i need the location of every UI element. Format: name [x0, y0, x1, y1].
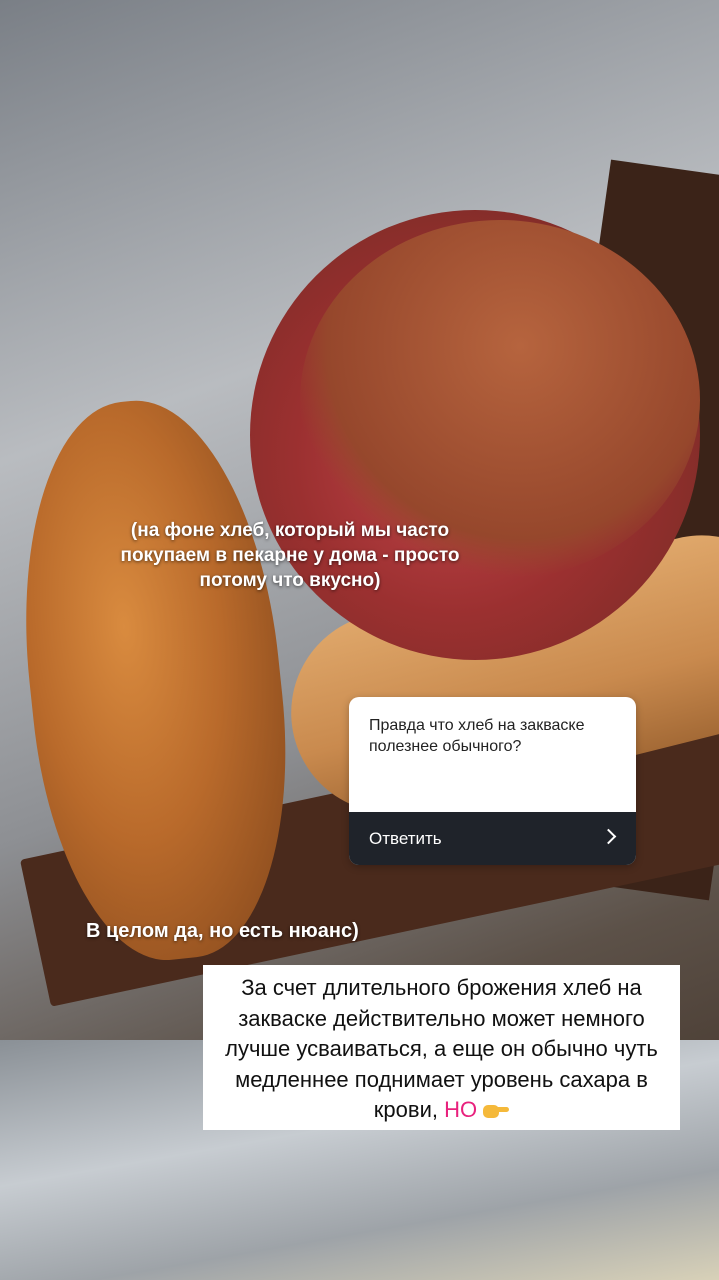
answer-body: За счет длительного брожения хлеб на зак… — [225, 975, 658, 1122]
question-text: Правда что хлеб на закваске полезнее обы… — [369, 717, 585, 755]
answer-text-box: За счет длительного брожения хлеб на зак… — [203, 965, 680, 1130]
question-sticker: Правда что хлеб на закваске полезнее обы… — [349, 697, 636, 865]
answer-button[interactable]: Ответить — [349, 812, 636, 865]
chevron-right-icon — [600, 828, 617, 845]
answer-button-label: Ответить — [369, 829, 442, 848]
caption-mid: В целом да, но есть нюанс) — [86, 920, 359, 942]
answer-highlight: НО — [444, 1097, 478, 1122]
pointing-hand-icon — [483, 1102, 510, 1120]
caption-top: (на фоне хлеб, который мы часто покупаем… — [120, 520, 460, 591]
